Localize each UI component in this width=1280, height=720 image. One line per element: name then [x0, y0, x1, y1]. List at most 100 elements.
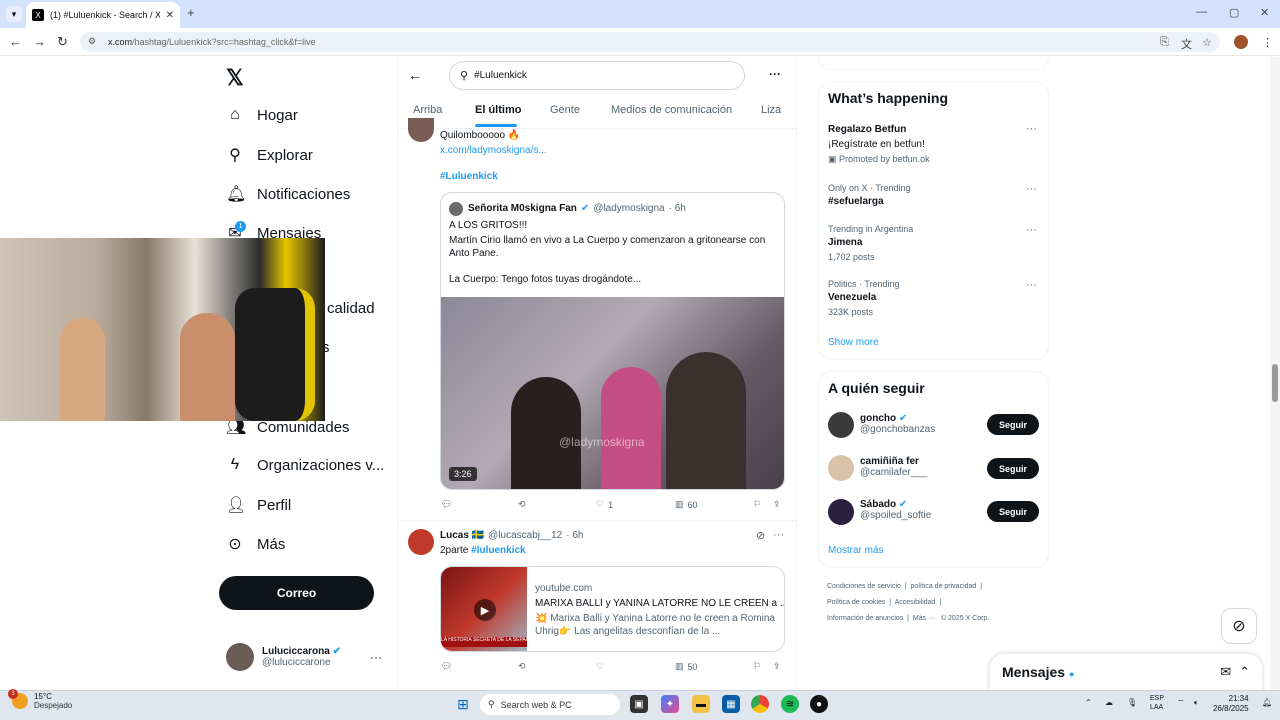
author-name[interactable]: Lucas 🇸🇪 — [440, 530, 484, 541]
browser-menu-icon[interactable]: ⋮ — [1262, 36, 1273, 49]
close-tab-icon[interactable]: ✕ — [166, 10, 174, 21]
reply-button[interactable]: 💬︎ — [441, 499, 452, 510]
back-arrow-icon[interactable]: ← — [408, 67, 422, 83]
trend-name[interactable]: #sefuelarga — [828, 196, 884, 207]
share-button[interactable]: ⇪ — [773, 661, 781, 672]
video-player[interactable]: @ladymoskigna 3:26 — [441, 297, 784, 489]
back-icon[interactable]: ← — [9, 34, 22, 49]
repost-button[interactable]: ⟲ — [518, 661, 526, 672]
repost-button[interactable]: ⟲ — [518, 499, 526, 510]
close-window-icon[interactable]: ✕ — [1260, 6, 1269, 19]
nav-item-notifications[interactable]: 🔔︎ Notificaciones — [226, 184, 350, 204]
follow-button[interactable]: Seguir — [987, 501, 1039, 522]
trend-name[interactable]: Jimena — [828, 237, 862, 248]
mic-icon[interactable]: 🎙︎ — [1127, 698, 1137, 707]
weather-widget[interactable]: 3 15°C Despejado — [8, 689, 72, 710]
nav-item-organizations[interactable]: ϟ Organizaciones v... — [226, 456, 385, 474]
footer-link[interactable]: Condiciones de servicio — [827, 583, 901, 590]
expand-icon[interactable]: ⌃ — [1239, 664, 1250, 680]
store-icon[interactable]: ▦ — [722, 695, 740, 713]
clock[interactable]: 21:34 26/8/2025 — [1213, 694, 1249, 714]
share-button[interactable]: ⇪ — [773, 499, 781, 510]
minimize-icon[interactable]: — — [1196, 6, 1207, 18]
grok-explain-icon[interactable]: ⊘ — [756, 529, 765, 542]
bookmark-button[interactable]: ⚐ — [753, 661, 761, 672]
footer-link[interactable]: política de privacidad — [911, 583, 977, 590]
grok-icon[interactable]: ⊘ — [1221, 608, 1257, 644]
follow-user[interactable]: camiñiña fer @camilafer___ — [860, 456, 927, 478]
reload-icon[interactable]: ↻ — [57, 34, 68, 50]
trend-more-icon[interactable]: ··· — [1026, 224, 1037, 236]
footer-link[interactable]: Política de cookies — [827, 599, 885, 606]
notification-bell-icon[interactable]: 🔔︎ — [1262, 698, 1272, 707]
messages-dock[interactable]: Mensajes ● ✉ ⌃ — [990, 654, 1262, 690]
copilot-icon[interactable]: ✦ — [661, 695, 679, 713]
search-input[interactable]: ⚲ #Luluenkick — [449, 61, 745, 90]
file-explorer-icon[interactable]: ▬ — [692, 695, 710, 713]
browser-tab[interactable]: X (1) #Luluenkick - Search / X ✕ — [26, 2, 180, 28]
nav-item-grok[interactable]: calidad — [327, 300, 375, 317]
avatar[interactable] — [828, 412, 854, 438]
tab-latest[interactable]: El último — [475, 104, 521, 116]
x-logo-icon[interactable]: 𝕏 — [226, 65, 244, 91]
taskbar-search[interactable]: ⚲ Search web & PC — [480, 694, 620, 715]
show-more-link[interactable]: Mostrar más — [828, 545, 884, 556]
new-tab-icon[interactable]: + — [187, 5, 195, 20]
views-button[interactable]: ▥ 60 — [675, 499, 698, 510]
url-field[interactable]: ⚙ x.com/hashtag/Luluenkick?src=hashtag_c… — [80, 32, 1220, 52]
tweet-link[interactable]: x.com/ladymoskigna/s... — [440, 145, 547, 156]
reply-button[interactable]: 💬︎ — [441, 661, 452, 672]
start-icon[interactable]: ⊞ — [454, 695, 472, 713]
views-button[interactable]: ▥ 50 — [675, 661, 698, 672]
post-button[interactable]: Correo — [219, 576, 374, 610]
like-button[interactable]: ♡ — [596, 661, 604, 672]
link-card[interactable]: ▶ LA HISTORIA SECRETA DE LA SEPARACIÓN C… — [440, 566, 785, 652]
wifi-icon[interactable]: ⌔ — [1177, 698, 1185, 708]
nav-item-home[interactable]: ⌂ Hogar — [226, 106, 298, 124]
follow-user[interactable]: goncho ✔ @gonchobanzas — [860, 413, 935, 435]
footer-link[interactable]: Información de anuncios — [827, 615, 903, 622]
forward-icon[interactable]: → — [33, 34, 46, 49]
avatar[interactable] — [408, 118, 434, 142]
translate-icon[interactable]: 文 — [1181, 36, 1192, 52]
like-button[interactable]: ♡ 1 — [596, 499, 613, 510]
account-switcher[interactable]: Luluciccarona ✔ @luluciccarone — [226, 643, 341, 671]
maximize-icon[interactable]: ▢ — [1229, 6, 1239, 19]
avatar[interactable] — [828, 499, 854, 525]
nav-item-profile[interactable]: 👤︎ Perfil — [226, 495, 291, 515]
language-indicator[interactable]: ESP LAA — [1150, 694, 1164, 712]
tab-top[interactable]: Arriba — [413, 104, 442, 116]
tab-lists[interactable]: Liza — [761, 104, 781, 116]
trend-more-icon[interactable]: ··· — [1026, 183, 1037, 195]
tab-search-icon[interactable]: ▾ — [6, 6, 22, 22]
follow-button[interactable]: Seguir — [987, 414, 1039, 435]
trend-name[interactable]: Regalazo Betfun — [828, 124, 906, 135]
footer-link[interactable]: Accesibilidad — [895, 599, 936, 606]
spotify-icon[interactable]: ≋ — [781, 695, 799, 713]
tweet-time[interactable]: · 6h — [566, 530, 583, 541]
follow-user[interactable]: Sábado ✔ @spoiled_softie — [860, 499, 931, 521]
bookmark-button[interactable]: ⚐ — [753, 499, 761, 510]
tab-media[interactable]: Medios de comunicación — [611, 104, 732, 116]
footer-more-link[interactable]: Más ··· — [913, 615, 935, 622]
site-info-icon[interactable]: ⚙ — [88, 36, 100, 48]
tweet-hashtag[interactable]: #Luluenkick — [440, 171, 498, 182]
avatar[interactable] — [408, 529, 434, 555]
install-app-icon[interactable]: ⎘ — [1160, 36, 1169, 49]
tab-people[interactable]: Gente — [550, 104, 580, 116]
follow-button[interactable]: Seguir — [987, 458, 1039, 479]
account-more-icon[interactable]: ··· — [370, 650, 382, 664]
show-more-link[interactable]: Show more — [828, 337, 879, 348]
nav-item-more[interactable]: ⊙ Más — [226, 534, 285, 554]
trend-name[interactable]: Venezuela — [828, 292, 876, 303]
quoted-tweet[interactable]: Señorita M0skigna Fan ✔ @ladymoskigna · … — [440, 192, 785, 490]
browser-profile-avatar[interactable] — [1234, 35, 1248, 49]
chrome-icon[interactable] — [751, 695, 769, 713]
tweet-hashtag[interactable]: #luluenkick — [471, 545, 525, 556]
cloud-icon[interactable]: ☁ — [1105, 698, 1113, 707]
author-handle[interactable]: @lucascabj__12 — [488, 530, 562, 541]
trend-more-icon[interactable]: ··· — [1026, 123, 1037, 135]
task-view-icon[interactable]: ▣ — [630, 695, 648, 713]
search-more-icon[interactable]: ··· — [769, 67, 781, 81]
new-message-icon[interactable]: ✉ — [1220, 664, 1231, 680]
